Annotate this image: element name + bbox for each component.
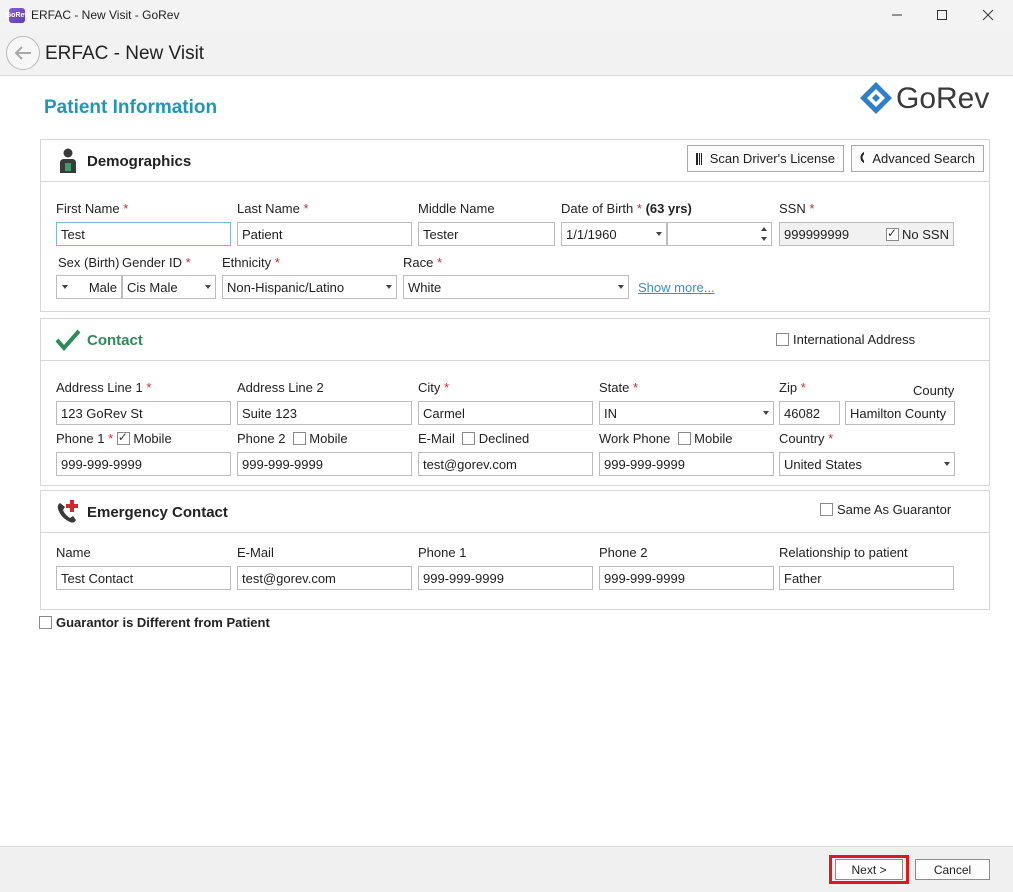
- phone1-label: Phone 1 * Mobile: [56, 430, 172, 446]
- spinner-arrows-icon: [761, 227, 767, 241]
- ssn-label: SSN *: [779, 201, 815, 216]
- ethnicity-label: Ethnicity *: [222, 255, 280, 270]
- zip-label: Zip *: [779, 380, 806, 395]
- ethnicity-select[interactable]: Non-Hispanic/Latino: [222, 275, 397, 299]
- dob-time-spinner[interactable]: [667, 222, 772, 246]
- county-field[interactable]: Hamilton County: [845, 401, 955, 425]
- work-phone-mobile-checkbox[interactable]: [677, 432, 691, 445]
- gorev-logo-icon: [860, 82, 892, 114]
- ec-relationship-field[interactable]: Father: [779, 566, 954, 590]
- country-label: Country *: [779, 431, 834, 446]
- address2-label: Address Line 2: [237, 380, 324, 395]
- chevron-down-icon: [763, 411, 769, 415]
- back-button[interactable]: [6, 36, 40, 70]
- county-label: County: [913, 383, 955, 398]
- race-select[interactable]: White: [403, 275, 629, 299]
- address1-label: Address Line 1 *: [56, 380, 152, 395]
- phone2-field[interactable]: 999-999-9999: [237, 452, 412, 476]
- gender-id-label: Gender ID *: [122, 255, 191, 270]
- first-name-label: First Name *: [56, 201, 129, 216]
- first-name-field[interactable]: Test: [56, 222, 231, 246]
- close-icon: [982, 9, 994, 21]
- email-label: E-Mail Declined: [418, 431, 530, 446]
- chevron-down-icon: [205, 285, 211, 289]
- ec-email-field[interactable]: test@gorev.com: [237, 566, 412, 590]
- last-name-label: Last Name *: [237, 201, 309, 216]
- address2-field[interactable]: Suite 123: [237, 401, 412, 425]
- ec-phone2-field[interactable]: 999-999-9999: [599, 566, 774, 590]
- window-title: ERFAC - New Visit - GoRev: [31, 8, 180, 22]
- close-button[interactable]: [968, 4, 1008, 26]
- work-phone-field[interactable]: 999-999-9999: [599, 452, 774, 476]
- dob-date-picker[interactable]: 1/1/1960: [561, 222, 667, 246]
- cancel-button[interactable]: Cancel: [915, 859, 990, 880]
- phone2-mobile-checkbox[interactable]: [292, 432, 306, 445]
- ec-name-label: Name: [56, 545, 91, 560]
- minimize-icon: [892, 14, 902, 16]
- app-icon: GoRev: [6, 8, 28, 23]
- email-field[interactable]: test@gorev.com: [418, 452, 593, 476]
- state-label: State *: [599, 380, 639, 395]
- contact-title: Contact: [87, 332, 143, 349]
- guarantor-different-checkbox[interactable]: Guarantor is Different from Patient: [39, 615, 270, 630]
- chevron-down-icon: [386, 285, 392, 289]
- chevron-down-icon: [944, 462, 950, 466]
- city-label: City *: [418, 380, 450, 395]
- advanced-search-button[interactable]: Advanced Search: [851, 145, 984, 172]
- checkmark-icon: [55, 329, 81, 351]
- minimize-button[interactable]: [877, 4, 917, 26]
- emergency-phone-icon: [57, 500, 78, 523]
- header-title: ERFAC - New Visit: [45, 43, 205, 64]
- zip-field[interactable]: 46082: [779, 401, 840, 425]
- work-phone-label: Work Phone Mobile: [599, 431, 733, 446]
- chevron-down-icon: [62, 285, 68, 289]
- dob-label: Date of Birth * (63 yrs): [561, 201, 692, 216]
- emergency-contact-title: Emergency Contact: [87, 504, 228, 521]
- international-address-check-box[interactable]: [776, 333, 789, 346]
- maximize-icon: [937, 10, 947, 20]
- scan-drivers-license-button[interactable]: Scan Driver's License: [687, 145, 844, 172]
- middle-name-label: Middle Name: [418, 201, 495, 216]
- arrow-left-icon: [14, 46, 31, 60]
- ec-phone2-label: Phone 2: [599, 545, 648, 560]
- no-ssn-check-box[interactable]: [886, 226, 899, 241]
- phone2-label: Phone 2 Mobile: [237, 431, 348, 446]
- middle-name-field[interactable]: Tester: [418, 222, 555, 246]
- gorev-logo: GoRev: [858, 80, 993, 120]
- search-icon: [860, 151, 865, 163]
- maximize-button[interactable]: [922, 4, 962, 26]
- next-button[interactable]: Next >: [835, 859, 903, 880]
- barcode-icon: [696, 152, 702, 165]
- race-label: Race *: [403, 255, 443, 270]
- address1-field[interactable]: 123 GoRev St: [56, 401, 231, 425]
- guarantor-different-check-box[interactable]: [39, 616, 52, 629]
- demographics-title: Demographics: [87, 153, 192, 170]
- same-as-guarantor-checkbox[interactable]: Same As Guarantor: [820, 502, 951, 517]
- last-name-field[interactable]: Patient: [237, 222, 412, 246]
- city-field[interactable]: Carmel: [418, 401, 593, 425]
- email-declined-checkbox[interactable]: [462, 432, 476, 445]
- gender-id-select[interactable]: Cis Male: [122, 275, 216, 299]
- same-as-guarantor-check-box[interactable]: [820, 503, 833, 516]
- ec-relationship-label: Relationship to patient: [779, 545, 908, 560]
- no-ssn-checkbox[interactable]: No SSN: [886, 226, 949, 242]
- international-address-checkbox[interactable]: International Address: [776, 332, 915, 347]
- ec-email-label: E-Mail: [237, 545, 274, 560]
- state-select[interactable]: IN: [599, 401, 774, 425]
- country-select[interactable]: United States: [779, 452, 955, 476]
- phone1-field[interactable]: 999-999-9999: [56, 452, 231, 476]
- sex-label: Sex (Birth): [58, 255, 120, 270]
- chevron-down-icon: [656, 232, 662, 236]
- sex-select[interactable]: Male: [56, 275, 122, 299]
- show-more-link[interactable]: Show more...: [638, 280, 715, 295]
- ec-phone1-label: Phone 1: [418, 545, 467, 560]
- ec-phone1-field[interactable]: 999-999-9999: [418, 566, 593, 590]
- ec-name-field[interactable]: Test Contact: [56, 566, 231, 590]
- page-title: Patient Information: [44, 97, 218, 118]
- phone1-mobile-checkbox[interactable]: [116, 430, 130, 445]
- chevron-down-icon: [618, 285, 624, 289]
- person-icon: [60, 148, 76, 173]
